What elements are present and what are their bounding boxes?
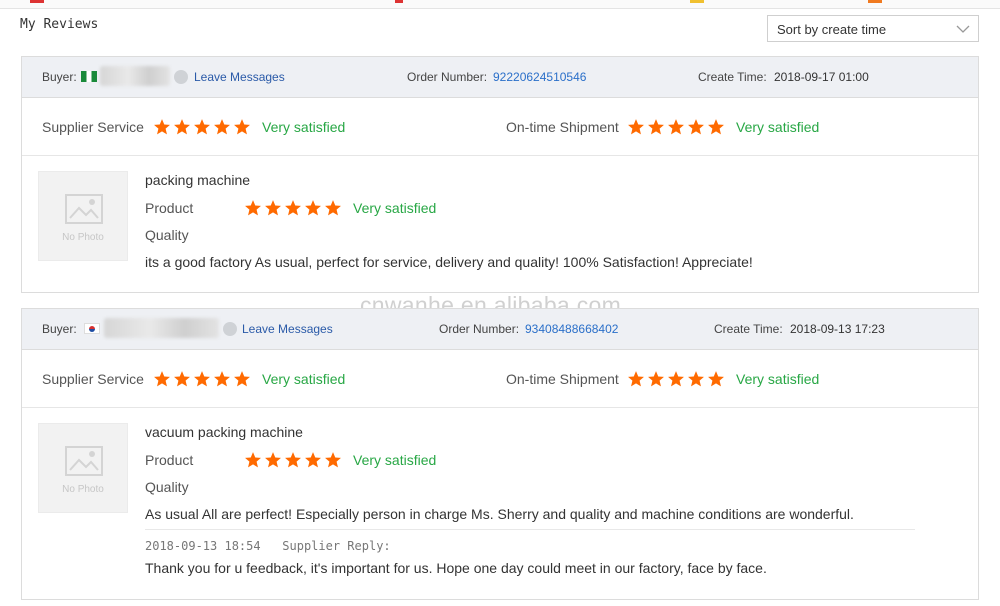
star-icon	[324, 199, 342, 217]
star-icon	[687, 118, 705, 136]
star-icon	[707, 370, 725, 388]
browser-top-strip	[0, 0, 1000, 9]
product-name: vacuum packing machine	[145, 424, 303, 440]
star-icon	[244, 451, 262, 469]
sort-selected-value: Sort by create time	[777, 22, 887, 37]
review-card: Buyer: Leave Messages Order Number: 9340…	[21, 308, 979, 600]
create-time-value: 2018-09-13 17:23	[790, 322, 885, 336]
create-time-value: 2018-09-17 01:00	[774, 70, 869, 84]
star-icon	[284, 199, 302, 217]
sort-dropdown[interactable]: Sort by create time	[767, 15, 979, 42]
no-photo-text: No Photo	[62, 484, 104, 495]
star-icon	[687, 370, 705, 388]
star-icon	[264, 451, 282, 469]
star-icon	[244, 199, 262, 217]
south-korea-flag-icon	[84, 323, 100, 334]
product-name: packing machine	[145, 172, 251, 188]
supplier-service-stars	[153, 118, 251, 136]
star-icon	[213, 118, 231, 136]
quality-label: Quality	[145, 227, 189, 243]
supplier-service-label: Supplier Service	[42, 371, 144, 387]
image-placeholder-icon	[65, 194, 103, 224]
reply-label: Supplier Reply:	[282, 539, 391, 553]
buyer-name-blurred	[100, 66, 170, 86]
review-comment: As usual All are perfect! Especially per…	[145, 506, 854, 522]
product-rating-verdict: Very satisfied	[353, 452, 437, 468]
buyer-label: Buyer:	[42, 322, 77, 336]
supplier-service-verdict: Very satisfied	[262, 119, 346, 135]
star-icon	[233, 370, 251, 388]
star-icon	[304, 199, 322, 217]
quality-label: Quality	[145, 479, 189, 495]
product-rating-label: Product	[145, 452, 194, 468]
service-rating-row: Supplier Service Very satisfied On-time …	[22, 350, 978, 408]
star-icon	[647, 370, 665, 388]
supplier-service-stars	[153, 370, 251, 388]
star-icon	[304, 451, 322, 469]
star-icon	[324, 451, 342, 469]
star-icon	[284, 451, 302, 469]
star-icon	[627, 370, 645, 388]
ontime-shipment-verdict: Very satisfied	[736, 119, 820, 135]
star-icon	[173, 370, 191, 388]
star-icon	[667, 118, 685, 136]
ontime-shipment-verdict: Very satisfied	[736, 371, 820, 387]
order-number-label: Order Number:	[407, 70, 488, 84]
chat-icon	[174, 70, 188, 84]
review-header: Buyer: Leave Messages Order Number: 9222…	[22, 57, 978, 98]
order-number-link[interactable]: 93408488668402	[525, 322, 618, 336]
product-rating-verdict: Very satisfied	[353, 200, 437, 216]
supplier-reply-meta: 2018-09-13 18:54 Supplier Reply:	[145, 539, 391, 553]
no-photo-text: No Photo	[62, 232, 104, 243]
image-placeholder-icon	[65, 446, 103, 476]
star-icon	[707, 118, 725, 136]
product-rating-label: Product	[145, 200, 194, 216]
ontime-shipment-label: On-time Shipment	[506, 371, 619, 387]
buyer-label: Buyer:	[42, 70, 77, 84]
product-rating-stars	[244, 199, 342, 217]
ontime-shipment-stars	[627, 370, 725, 388]
create-time-label: Create Time:	[698, 70, 767, 84]
leave-messages-link[interactable]: Leave Messages	[242, 322, 333, 336]
review-comment: its a good factory As usual, perfect for…	[145, 254, 753, 270]
product-photo-placeholder: No Photo	[38, 171, 128, 261]
star-icon	[264, 199, 282, 217]
reply-date: 2018-09-13 18:54	[145, 539, 261, 553]
supplier-service-verdict: Very satisfied	[262, 371, 346, 387]
star-icon	[233, 118, 251, 136]
ontime-shipment-stars	[627, 118, 725, 136]
leave-messages-link[interactable]: Leave Messages	[194, 70, 285, 84]
star-icon	[667, 370, 685, 388]
star-icon	[193, 118, 211, 136]
nigeria-flag-icon	[81, 71, 97, 82]
star-icon	[627, 118, 645, 136]
supplier-reply-text: Thank you for u feedback, it's important…	[145, 560, 767, 576]
page-title: My Reviews	[20, 17, 99, 32]
create-time-label: Create Time:	[714, 322, 783, 336]
review-card: Buyer: Leave Messages Order Number: 9222…	[21, 56, 979, 293]
order-number-link[interactable]: 92220624510546	[493, 70, 586, 84]
order-number-label: Order Number:	[439, 322, 520, 336]
buyer-name-blurred	[104, 318, 219, 338]
star-icon	[173, 118, 191, 136]
product-photo-placeholder: No Photo	[38, 423, 128, 513]
star-icon	[193, 370, 211, 388]
service-rating-row: Supplier Service Very satisfied On-time …	[22, 98, 978, 156]
reply-divider	[145, 529, 915, 530]
review-header: Buyer: Leave Messages Order Number: 9340…	[22, 309, 978, 350]
star-icon	[153, 118, 171, 136]
chevron-down-icon	[956, 25, 970, 33]
supplier-service-label: Supplier Service	[42, 119, 144, 135]
ontime-shipment-label: On-time Shipment	[506, 119, 619, 135]
product-rating-stars	[244, 451, 342, 469]
star-icon	[647, 118, 665, 136]
star-icon	[213, 370, 231, 388]
chat-icon	[223, 322, 237, 336]
star-icon	[153, 370, 171, 388]
